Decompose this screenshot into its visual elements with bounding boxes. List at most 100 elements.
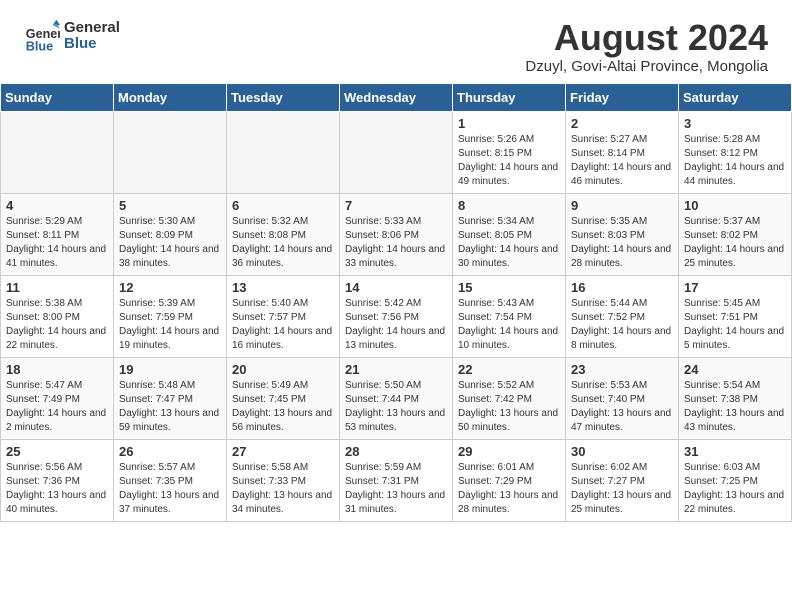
calendar-cell: 7 Sunrise: 5:33 AMSunset: 8:06 PMDayligh…: [340, 193, 453, 275]
calendar-week-2: 4 Sunrise: 5:29 AMSunset: 8:11 PMDayligh…: [1, 193, 792, 275]
day-number: 26: [119, 444, 221, 459]
day-number: 25: [6, 444, 108, 459]
calendar-cell: 18 Sunrise: 5:47 AMSunset: 7:49 PMDaylig…: [1, 357, 114, 439]
day-number: 23: [571, 362, 673, 377]
page-header: General Blue General Blue August 2024 Dz…: [0, 0, 792, 83]
calendar-cell: [114, 111, 227, 193]
calendar-cell: 27 Sunrise: 5:58 AMSunset: 7:33 PMDaylig…: [227, 439, 340, 521]
calendar-header-thursday: Thursday: [453, 83, 566, 111]
calendar-header-saturday: Saturday: [679, 83, 792, 111]
day-number: 15: [458, 280, 560, 295]
day-number: 27: [232, 444, 334, 459]
day-number: 8: [458, 198, 560, 213]
calendar-cell: 3 Sunrise: 5:28 AMSunset: 8:12 PMDayligh…: [679, 111, 792, 193]
calendar-cell: 26 Sunrise: 5:57 AMSunset: 7:35 PMDaylig…: [114, 439, 227, 521]
logo: General Blue General Blue: [24, 18, 120, 54]
day-info: Sunrise: 5:56 AMSunset: 7:36 PMDaylight:…: [6, 461, 108, 517]
calendar-header-wednesday: Wednesday: [340, 83, 453, 111]
day-number: 4: [6, 198, 108, 213]
day-number: 18: [6, 362, 108, 377]
month-year-title: August 2024: [525, 18, 768, 58]
day-number: 20: [232, 362, 334, 377]
calendar-header-row: SundayMondayTuesdayWednesdayThursdayFrid…: [1, 83, 792, 111]
calendar-cell: 22 Sunrise: 5:52 AMSunset: 7:42 PMDaylig…: [453, 357, 566, 439]
calendar-cell: 9 Sunrise: 5:35 AMSunset: 8:03 PMDayligh…: [566, 193, 679, 275]
calendar-cell: 15 Sunrise: 5:43 AMSunset: 7:54 PMDaylig…: [453, 275, 566, 357]
day-info: Sunrise: 6:01 AMSunset: 7:29 PMDaylight:…: [458, 461, 560, 517]
day-number: 29: [458, 444, 560, 459]
day-info: Sunrise: 5:26 AMSunset: 8:15 PMDaylight:…: [458, 133, 560, 189]
day-info: Sunrise: 5:34 AMSunset: 8:05 PMDaylight:…: [458, 215, 560, 271]
calendar-cell: 5 Sunrise: 5:30 AMSunset: 8:09 PMDayligh…: [114, 193, 227, 275]
calendar-cell: 17 Sunrise: 5:45 AMSunset: 7:51 PMDaylig…: [679, 275, 792, 357]
day-number: 10: [684, 198, 786, 213]
day-number: 22: [458, 362, 560, 377]
day-info: Sunrise: 5:29 AMSunset: 8:11 PMDaylight:…: [6, 215, 108, 271]
calendar-cell: 11 Sunrise: 5:38 AMSunset: 8:00 PMDaylig…: [1, 275, 114, 357]
location-subtitle: Dzuyl, Govi-Altai Province, Mongolia: [525, 58, 768, 75]
day-number: 21: [345, 362, 447, 377]
calendar-cell: 10 Sunrise: 5:37 AMSunset: 8:02 PMDaylig…: [679, 193, 792, 275]
day-number: 5: [119, 198, 221, 213]
day-info: Sunrise: 5:38 AMSunset: 8:00 PMDaylight:…: [6, 297, 108, 353]
day-info: Sunrise: 5:30 AMSunset: 8:09 PMDaylight:…: [119, 215, 221, 271]
calendar-cell: 13 Sunrise: 5:40 AMSunset: 7:57 PMDaylig…: [227, 275, 340, 357]
day-info: Sunrise: 5:33 AMSunset: 8:06 PMDaylight:…: [345, 215, 447, 271]
calendar-cell: 2 Sunrise: 5:27 AMSunset: 8:14 PMDayligh…: [566, 111, 679, 193]
calendar-cell: [340, 111, 453, 193]
calendar-week-4: 18 Sunrise: 5:47 AMSunset: 7:49 PMDaylig…: [1, 357, 792, 439]
calendar-week-1: 1 Sunrise: 5:26 AMSunset: 8:15 PMDayligh…: [1, 111, 792, 193]
calendar-cell: 19 Sunrise: 5:48 AMSunset: 7:47 PMDaylig…: [114, 357, 227, 439]
svg-text:Blue: Blue: [26, 39, 53, 53]
day-info: Sunrise: 5:32 AMSunset: 8:08 PMDaylight:…: [232, 215, 334, 271]
day-info: Sunrise: 6:03 AMSunset: 7:25 PMDaylight:…: [684, 461, 786, 517]
calendar-cell: 28 Sunrise: 5:59 AMSunset: 7:31 PMDaylig…: [340, 439, 453, 521]
logo-general: General: [64, 20, 120, 37]
calendar-cell: 25 Sunrise: 5:56 AMSunset: 7:36 PMDaylig…: [1, 439, 114, 521]
day-number: 17: [684, 280, 786, 295]
day-number: 9: [571, 198, 673, 213]
title-section: August 2024 Dzuyl, Govi-Altai Province, …: [525, 18, 768, 75]
calendar-cell: 31 Sunrise: 6:03 AMSunset: 7:25 PMDaylig…: [679, 439, 792, 521]
day-number: 2: [571, 116, 673, 131]
calendar-week-3: 11 Sunrise: 5:38 AMSunset: 8:00 PMDaylig…: [1, 275, 792, 357]
day-info: Sunrise: 5:58 AMSunset: 7:33 PMDaylight:…: [232, 461, 334, 517]
day-info: Sunrise: 5:45 AMSunset: 7:51 PMDaylight:…: [684, 297, 786, 353]
calendar-cell: 8 Sunrise: 5:34 AMSunset: 8:05 PMDayligh…: [453, 193, 566, 275]
day-number: 31: [684, 444, 786, 459]
day-info: Sunrise: 5:52 AMSunset: 7:42 PMDaylight:…: [458, 379, 560, 435]
day-number: 24: [684, 362, 786, 377]
day-info: Sunrise: 5:44 AMSunset: 7:52 PMDaylight:…: [571, 297, 673, 353]
calendar-cell: 6 Sunrise: 5:32 AMSunset: 8:08 PMDayligh…: [227, 193, 340, 275]
day-info: Sunrise: 5:47 AMSunset: 7:49 PMDaylight:…: [6, 379, 108, 435]
calendar-header-friday: Friday: [566, 83, 679, 111]
calendar-cell: 24 Sunrise: 5:54 AMSunset: 7:38 PMDaylig…: [679, 357, 792, 439]
calendar-table: SundayMondayTuesdayWednesdayThursdayFrid…: [0, 83, 792, 522]
day-info: Sunrise: 6:02 AMSunset: 7:27 PMDaylight:…: [571, 461, 673, 517]
day-info: Sunrise: 5:59 AMSunset: 7:31 PMDaylight:…: [345, 461, 447, 517]
day-number: 3: [684, 116, 786, 131]
calendar-header-monday: Monday: [114, 83, 227, 111]
day-number: 16: [571, 280, 673, 295]
day-info: Sunrise: 5:54 AMSunset: 7:38 PMDaylight:…: [684, 379, 786, 435]
calendar-cell: 16 Sunrise: 5:44 AMSunset: 7:52 PMDaylig…: [566, 275, 679, 357]
day-info: Sunrise: 5:53 AMSunset: 7:40 PMDaylight:…: [571, 379, 673, 435]
calendar-cell: 23 Sunrise: 5:53 AMSunset: 7:40 PMDaylig…: [566, 357, 679, 439]
day-number: 6: [232, 198, 334, 213]
day-info: Sunrise: 5:39 AMSunset: 7:59 PMDaylight:…: [119, 297, 221, 353]
calendar-cell: [227, 111, 340, 193]
day-info: Sunrise: 5:57 AMSunset: 7:35 PMDaylight:…: [119, 461, 221, 517]
calendar-header-tuesday: Tuesday: [227, 83, 340, 111]
calendar-header-sunday: Sunday: [1, 83, 114, 111]
day-info: Sunrise: 5:27 AMSunset: 8:14 PMDaylight:…: [571, 133, 673, 189]
day-info: Sunrise: 5:37 AMSunset: 8:02 PMDaylight:…: [684, 215, 786, 271]
day-info: Sunrise: 5:48 AMSunset: 7:47 PMDaylight:…: [119, 379, 221, 435]
day-number: 13: [232, 280, 334, 295]
calendar-cell: 14 Sunrise: 5:42 AMSunset: 7:56 PMDaylig…: [340, 275, 453, 357]
calendar-cell: 29 Sunrise: 6:01 AMSunset: 7:29 PMDaylig…: [453, 439, 566, 521]
day-number: 28: [345, 444, 447, 459]
day-info: Sunrise: 5:35 AMSunset: 8:03 PMDaylight:…: [571, 215, 673, 271]
calendar-cell: 4 Sunrise: 5:29 AMSunset: 8:11 PMDayligh…: [1, 193, 114, 275]
day-number: 11: [6, 280, 108, 295]
calendar-cell: 30 Sunrise: 6:02 AMSunset: 7:27 PMDaylig…: [566, 439, 679, 521]
